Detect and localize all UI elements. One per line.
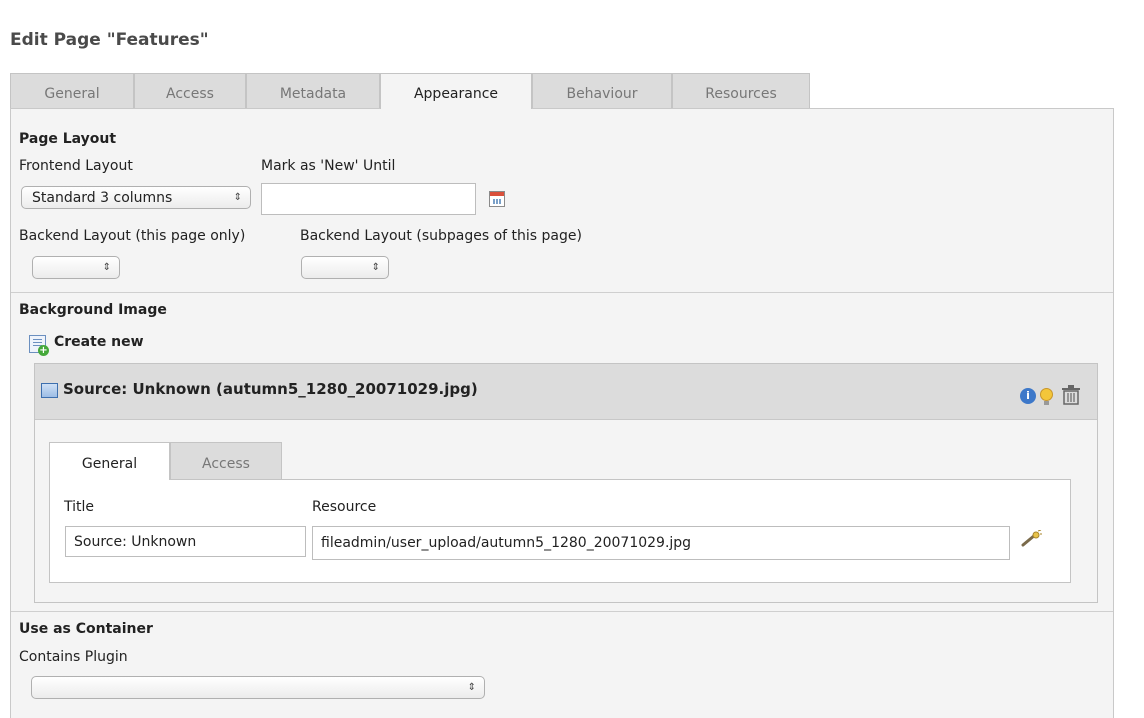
section-title-background-image: Background Image	[19, 302, 167, 318]
contains-plugin-select[interactable]: ⇕	[31, 676, 485, 699]
tab-label: Appearance	[413, 86, 499, 102]
tab-behaviour[interactable]: Behaviour	[532, 73, 672, 108]
tab-label: Metadata	[279, 86, 347, 102]
info-icon[interactable]: i	[1020, 388, 1036, 404]
tab-label: General	[44, 86, 100, 102]
select-arrows-icon: ⇕	[233, 192, 242, 203]
create-new-link[interactable]: Create new	[54, 334, 144, 350]
frontend-layout-label: Frontend Layout	[19, 158, 133, 174]
wand-icon[interactable]	[1020, 530, 1042, 548]
record-tab-panel: Title Resource	[49, 479, 1071, 583]
record-header[interactable]: Source: Unknown (autumn5_1280_20071029.j…	[35, 364, 1097, 420]
title-input[interactable]	[65, 526, 306, 557]
contains-plugin-label: Contains Plugin	[19, 649, 128, 665]
backend-layout-sub-select[interactable]: ⇕	[301, 256, 389, 279]
backend-layout-sub-label: Backend Layout (subpages of this page)	[300, 228, 582, 244]
select-arrows-icon: ⇕	[371, 262, 380, 273]
resource-label: Resource	[312, 499, 377, 515]
bulb-icon[interactable]	[1040, 388, 1053, 405]
record-tab-general[interactable]: General	[49, 442, 170, 480]
tab-label: Resources	[705, 86, 777, 102]
record-icon	[41, 383, 58, 398]
tab-general[interactable]: General	[10, 73, 134, 108]
mark-new-label: Mark as 'New' Until	[261, 158, 396, 174]
record-title[interactable]: Source: Unknown (autumn5_1280_20071029.j…	[63, 380, 478, 398]
mark-new-date-input[interactable]	[261, 183, 476, 215]
select-arrows-icon: ⇕	[102, 262, 111, 273]
select-arrows-icon: ⇕	[467, 682, 476, 693]
tab-label: Access	[166, 86, 214, 102]
page-title: Edit Page "Features"	[10, 30, 209, 50]
section-title-page-layout: Page Layout	[19, 131, 117, 147]
backend-layout-page-label: Backend Layout (this page only)	[19, 228, 246, 244]
tab-label: Behaviour	[566, 86, 638, 102]
tab-access[interactable]: Access	[134, 73, 246, 108]
record-tab-access[interactable]: Access	[170, 442, 282, 479]
backend-layout-page-select[interactable]: ⇕	[32, 256, 120, 279]
title-label: Title	[64, 499, 95, 515]
tab-metadata[interactable]: Metadata	[246, 73, 380, 108]
frontend-layout-select[interactable]: Standard 3 columns ⇕	[21, 186, 251, 209]
section-title-use-as-container: Use as Container	[19, 621, 153, 637]
tab-resources[interactable]: Resources	[672, 73, 810, 108]
section-divider	[11, 292, 1113, 293]
resource-input[interactable]	[312, 526, 1010, 560]
tab-content-panel: Page Layout Frontend Layout Mark as 'New…	[10, 108, 1114, 718]
trash-icon[interactable]	[1060, 385, 1082, 405]
create-new-icon[interactable]: +	[29, 335, 49, 356]
calendar-icon[interactable]	[489, 191, 505, 207]
tab-label: Access	[202, 456, 250, 472]
section-divider	[11, 611, 1113, 612]
frontend-layout-value: Standard 3 columns	[32, 190, 173, 206]
plus-icon: +	[38, 345, 49, 356]
inline-record-background-image: Source: Unknown (autumn5_1280_20071029.j…	[34, 363, 1098, 603]
tab-label: General	[81, 456, 138, 472]
tab-appearance[interactable]: Appearance	[380, 73, 532, 109]
